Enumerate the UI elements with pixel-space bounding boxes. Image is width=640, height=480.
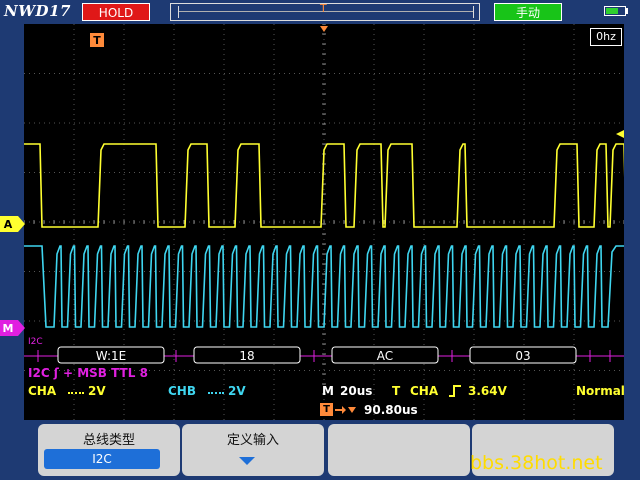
submenu-arrow-icon [239, 457, 255, 465]
cha-scale: 2V [88, 384, 106, 398]
bus-type-label: 总线类型 [82, 433, 135, 448]
cha-label: CHA [28, 384, 57, 398]
watermark: bbs.38hot.net [470, 452, 603, 474]
frequency-readout: 0hz [590, 28, 622, 46]
chb-coupling-icon [208, 392, 224, 396]
decode-settings: I2C ʃ + MSB TTL 8 [28, 366, 148, 380]
trigger-offset-icon: T [320, 403, 333, 416]
trigger-label: T [392, 384, 401, 398]
right-frame [624, 24, 640, 420]
rising-edge-icon [449, 385, 461, 397]
battery-terminal [626, 8, 628, 14]
trigger-level: 3.64V [468, 384, 507, 398]
define-input-softkey[interactable]: 定义输入 [182, 424, 324, 476]
chb-ground-marker[interactable]: M [0, 320, 26, 336]
timebase-value: 20us [340, 384, 373, 398]
run-state-indicator[interactable]: HOLD [82, 3, 150, 21]
chb-label: CHB [168, 384, 196, 398]
decode-label: I2C [28, 337, 43, 347]
cha-ground-marker[interactable]: A [0, 216, 26, 232]
trigger-offset-value: 90.80us [364, 403, 418, 417]
trigger-position-left-bound [178, 6, 179, 18]
trigger-position-marker: T [320, 2, 327, 15]
cha-coupling-icon [68, 392, 84, 396]
bus-type-value: I2C [44, 449, 160, 469]
trigger-icon-label: T [93, 34, 101, 47]
define-input-label: 定义输入 [226, 433, 279, 448]
trigger-offset-arrow-icon [335, 406, 356, 414]
decode-packet-value: 03 [515, 349, 530, 363]
chb-scale: 2V [228, 384, 246, 398]
trigger-mode-indicator[interactable]: 手动 [494, 3, 562, 21]
chb-marker-label: M [3, 322, 14, 335]
decode-packet-value: W:1E [96, 349, 126, 363]
decode-packet-value: AC [377, 349, 393, 363]
acquisition-mode: Normal [576, 384, 625, 398]
trigger-source: CHA [410, 384, 439, 398]
softkey-3[interactable] [328, 424, 470, 476]
decode-packet-value: 18 [239, 349, 254, 363]
timebase-label: M [322, 384, 334, 398]
waveform-display: T W:1E 18 AC 03 [24, 24, 624, 420]
brand-logo: NWD17 [4, 2, 71, 20]
cha-marker-label: A [4, 218, 13, 231]
battery-level [606, 8, 618, 14]
trigger-position-right-bound [473, 6, 474, 18]
